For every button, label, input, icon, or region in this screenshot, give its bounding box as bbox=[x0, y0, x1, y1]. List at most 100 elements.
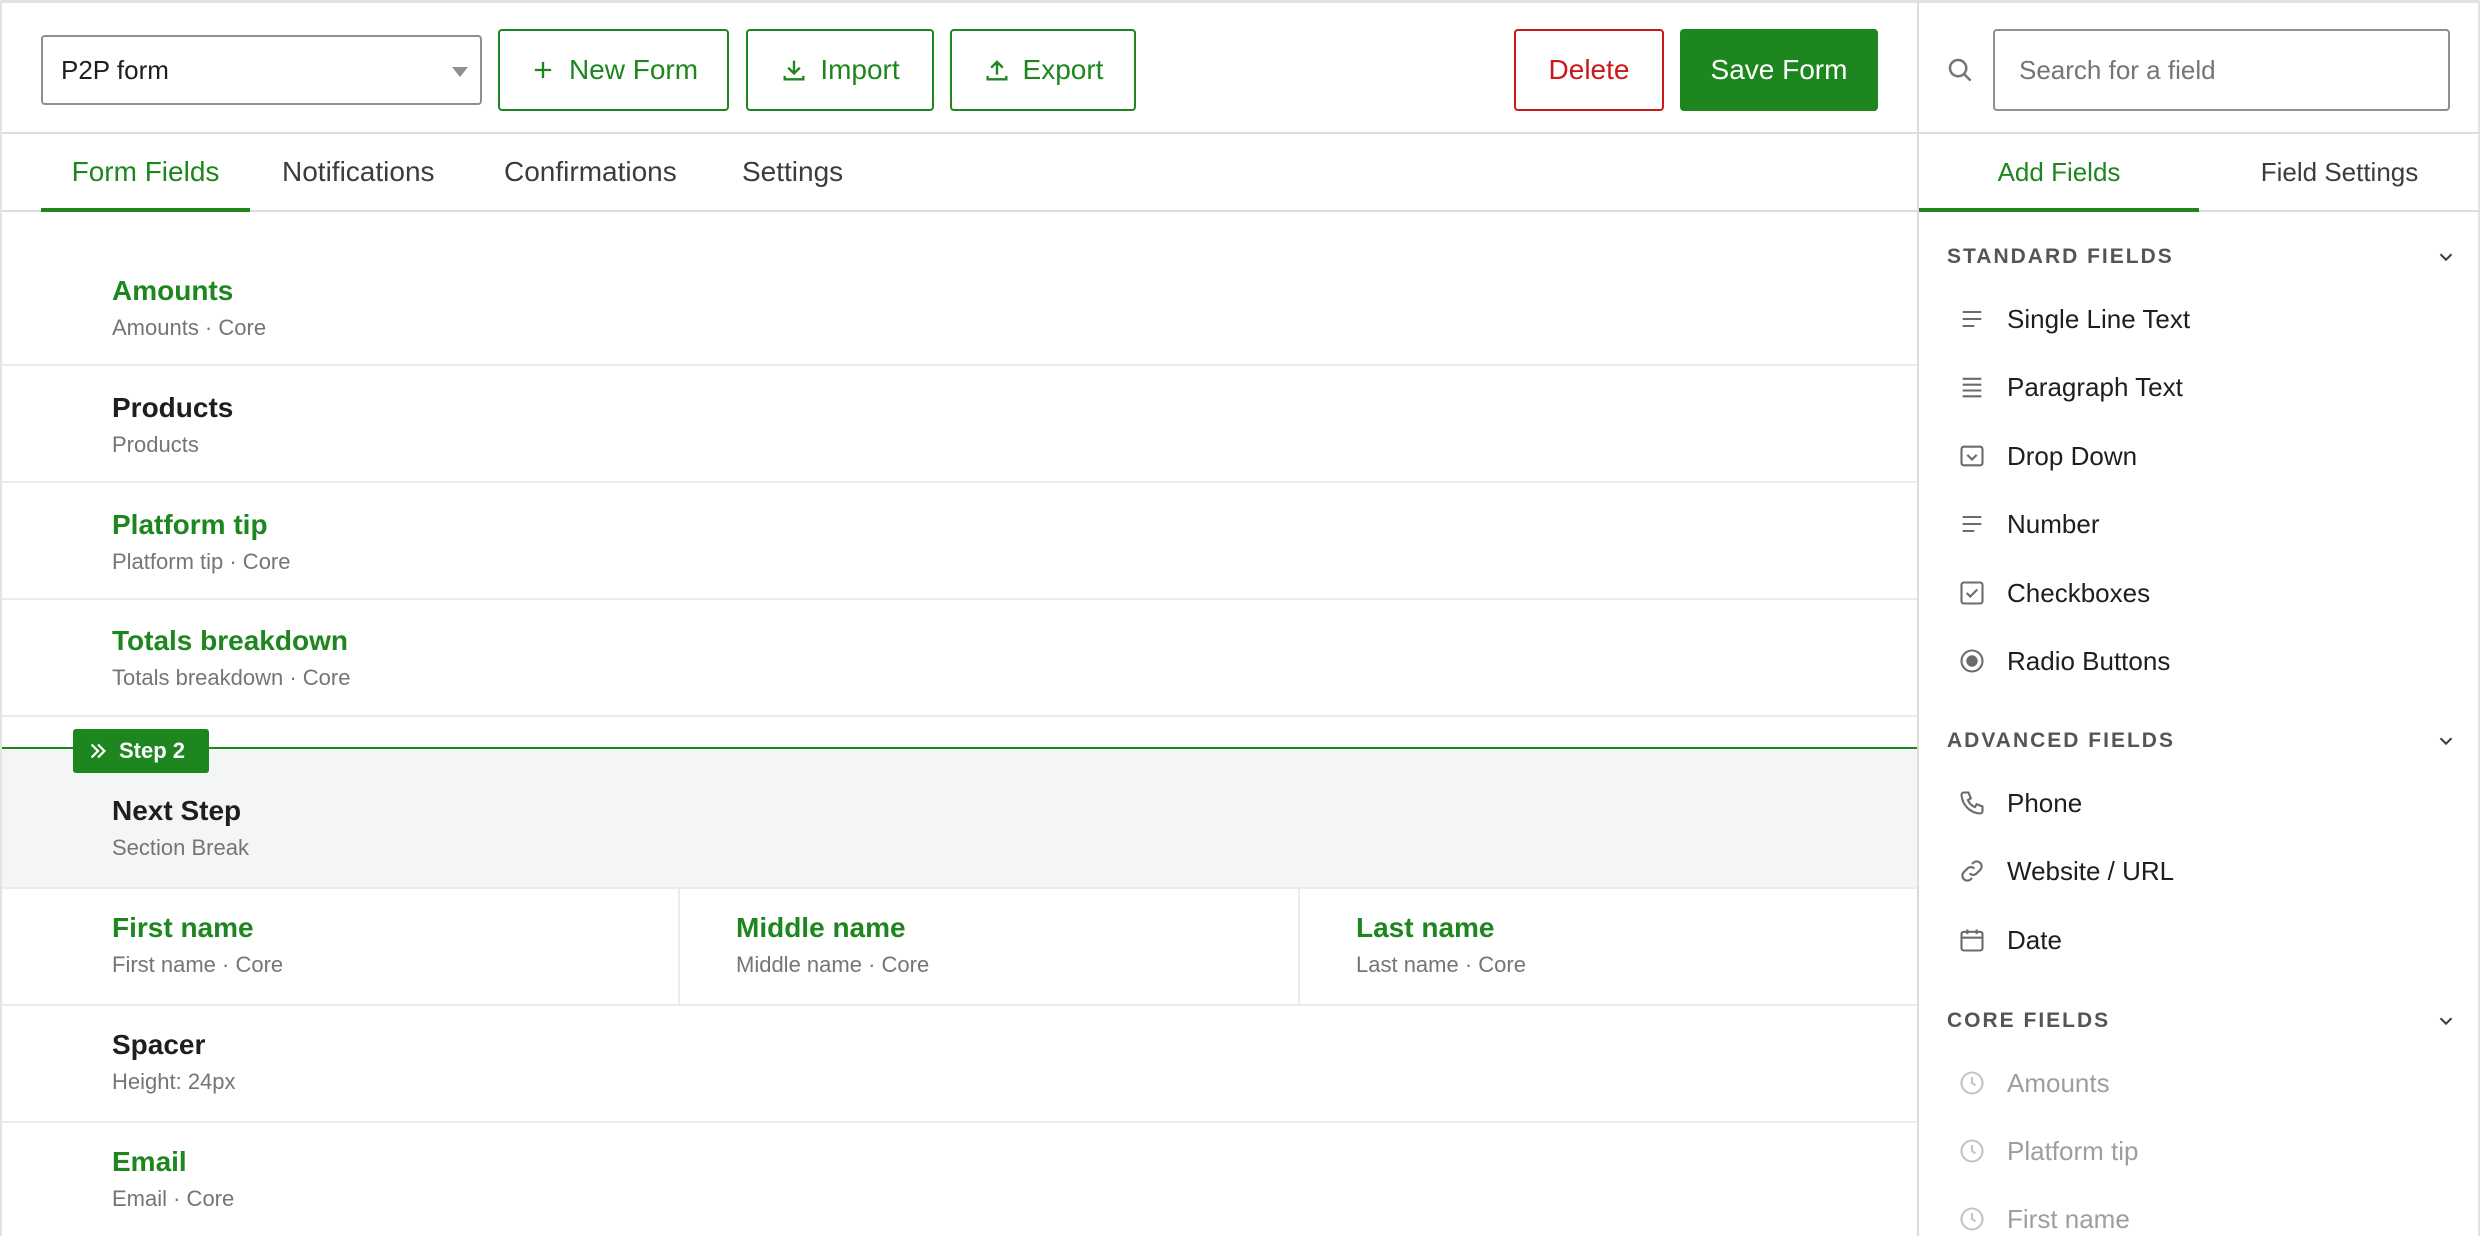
section-heading: STANDARD FIELDS bbox=[1947, 245, 2174, 268]
add-field-single-line-text[interactable]: Single Line Text bbox=[1919, 285, 2480, 353]
tab-settings[interactable]: Settings bbox=[742, 134, 843, 212]
dropdown-icon bbox=[1957, 441, 1987, 471]
field-type-label: Amounts bbox=[2007, 1067, 2110, 1098]
clock-icon bbox=[1957, 1204, 1987, 1234]
sidebar-tabs: Add Fields Field Settings bbox=[1919, 134, 2480, 212]
paragraph-icon bbox=[1957, 372, 1987, 402]
import-button[interactable]: Import bbox=[746, 29, 934, 111]
save-form-button[interactable]: Save Form bbox=[1680, 29, 1878, 111]
field-next-step[interactable]: Next Step Section Break bbox=[2, 749, 1919, 889]
field-type-label: First name bbox=[2007, 1203, 2130, 1234]
field-subtitle: Section Break bbox=[112, 835, 249, 860]
download-icon bbox=[783, 60, 805, 81]
chevron-down-icon bbox=[452, 67, 468, 77]
link-icon bbox=[1957, 856, 1987, 886]
advanced-fields-header[interactable]: ADVANCED FIELDS bbox=[1947, 724, 2457, 758]
field-type-label: Single Line Text bbox=[2007, 303, 2191, 334]
field-title: Next Step bbox=[112, 795, 242, 826]
add-field-checkboxes[interactable]: Checkboxes bbox=[1919, 559, 2480, 627]
form-selector-value: P2P form bbox=[61, 54, 169, 85]
add-field-core-first-name: First name bbox=[1919, 1185, 2480, 1236]
field-search bbox=[1919, 3, 2480, 134]
chevron-down-icon bbox=[2439, 1017, 2453, 1026]
delete-button[interactable]: Delete bbox=[1514, 29, 1664, 111]
chevron-down-icon bbox=[2439, 253, 2453, 262]
field-middle-name[interactable]: Middle name Middle name · Core bbox=[678, 889, 1298, 1004]
form-selector[interactable]: P2P form bbox=[41, 35, 482, 105]
new-form-label: New Form bbox=[568, 54, 699, 85]
field-subtitle: Email · Core bbox=[112, 1186, 235, 1211]
save-form-label: Save Form bbox=[1710, 54, 1848, 85]
field-products[interactable]: Products Products bbox=[2, 366, 1919, 483]
export-button[interactable]: Export bbox=[950, 29, 1136, 111]
field-platform-tip[interactable]: Platform tip Platform tip · Core bbox=[2, 483, 1919, 600]
field-title: Middle name bbox=[736, 912, 906, 943]
field-subtitle: Totals breakdown · Core bbox=[112, 665, 351, 690]
field-type-label: Radio Buttons bbox=[2007, 645, 2171, 676]
form-editor: P2P form New Form Import Export Delete S… bbox=[0, 0, 1919, 1236]
section-heading: ADVANCED FIELDS bbox=[1947, 729, 2175, 752]
field-title: Amounts bbox=[112, 275, 234, 306]
new-form-button[interactable]: New Form bbox=[498, 29, 729, 111]
field-last-name[interactable]: Last name Last name · Core bbox=[1298, 889, 1919, 1004]
field-amounts[interactable]: Amounts Amounts · Core bbox=[2, 249, 1919, 366]
editor-tabs: Form Fields Notifications Confirmations … bbox=[2, 134, 1919, 212]
add-field-drop-down[interactable]: Drop Down bbox=[1919, 422, 2480, 490]
import-label: Import bbox=[820, 54, 900, 85]
add-field-number[interactable]: Number bbox=[1919, 490, 2480, 558]
add-field-date[interactable]: Date bbox=[1919, 906, 2480, 974]
field-subtitle: Amounts · Core bbox=[112, 315, 267, 340]
tab-field-settings[interactable]: Field Settings bbox=[2199, 134, 2480, 212]
add-field-website-url[interactable]: Website / URL bbox=[1919, 837, 2480, 905]
field-title: Spacer bbox=[112, 1029, 206, 1060]
field-totals-breakdown[interactable]: Totals breakdown Totals breakdown · Core bbox=[2, 600, 1919, 717]
field-type-label: Phone bbox=[2007, 787, 2083, 818]
core-fields-header[interactable]: CORE FIELDS bbox=[1947, 1004, 2457, 1038]
fields-sidebar: Add Fields Field Settings STANDARD FIELD… bbox=[1917, 0, 2480, 1236]
number-icon bbox=[1957, 509, 1987, 539]
field-type-label: Drop Down bbox=[2007, 440, 2138, 471]
field-type-label: Date bbox=[2007, 924, 2062, 955]
field-name-group: First name First name · Core Middle name… bbox=[2, 889, 1919, 1006]
toolbar: P2P form New Form Import Export Delete S… bbox=[2, 3, 1919, 134]
field-subtitle: First name · Core bbox=[112, 952, 284, 977]
field-subtitle: Last name · Core bbox=[1356, 952, 1526, 977]
field-title: Totals breakdown bbox=[112, 625, 348, 656]
tab-notifications[interactable]: Notifications bbox=[282, 134, 435, 212]
step-badge-label: Step 2 bbox=[119, 738, 186, 763]
field-title: Email bbox=[112, 1146, 187, 1177]
field-subtitle: Height: 24px bbox=[112, 1069, 236, 1094]
field-subtitle: Middle name · Core bbox=[736, 952, 930, 977]
add-field-phone[interactable]: Phone bbox=[1919, 769, 2480, 837]
step-badge: Step 2 bbox=[73, 729, 209, 773]
tab-form-fields[interactable]: Form Fields bbox=[41, 134, 250, 212]
add-field-radio-buttons[interactable]: Radio Buttons bbox=[1919, 627, 2480, 695]
tab-confirmations[interactable]: Confirmations bbox=[504, 134, 677, 212]
checkbox-icon bbox=[1957, 578, 1987, 608]
add-field-paragraph-text[interactable]: Paragraph Text bbox=[1919, 353, 2480, 421]
field-type-label: Paragraph Text bbox=[2007, 371, 2183, 402]
step-divider bbox=[2, 747, 1919, 749]
search-input[interactable] bbox=[1993, 29, 2450, 111]
field-subtitle: Platform tip · Core bbox=[112, 549, 291, 574]
delete-label: Delete bbox=[1548, 54, 1630, 85]
field-subtitle: Products bbox=[112, 432, 199, 457]
section-heading: CORE FIELDS bbox=[1947, 1009, 2111, 1032]
field-type-label: Checkboxes bbox=[2007, 577, 2151, 608]
standard-fields-header[interactable]: STANDARD FIELDS bbox=[1947, 240, 2457, 274]
text-lines-icon bbox=[1957, 304, 1987, 334]
chevron-down-icon bbox=[2439, 737, 2453, 746]
plus-icon bbox=[534, 61, 552, 79]
field-type-label: Number bbox=[2007, 508, 2100, 539]
field-first-name[interactable]: First name First name · Core bbox=[2, 889, 678, 1004]
radio-icon bbox=[1957, 646, 1987, 676]
field-title: Last name bbox=[1356, 912, 1495, 943]
tab-add-fields[interactable]: Add Fields bbox=[1919, 134, 2199, 212]
field-spacer[interactable]: Spacer Height: 24px bbox=[2, 1006, 1919, 1123]
chevrons-right-icon bbox=[90, 743, 106, 759]
field-type-label: Platform tip bbox=[2007, 1135, 2139, 1166]
phone-icon bbox=[1957, 788, 1987, 818]
field-email[interactable]: Email Email · Core bbox=[2, 1123, 1919, 1236]
search-icon bbox=[1948, 58, 1972, 82]
calendar-icon bbox=[1957, 925, 1987, 955]
